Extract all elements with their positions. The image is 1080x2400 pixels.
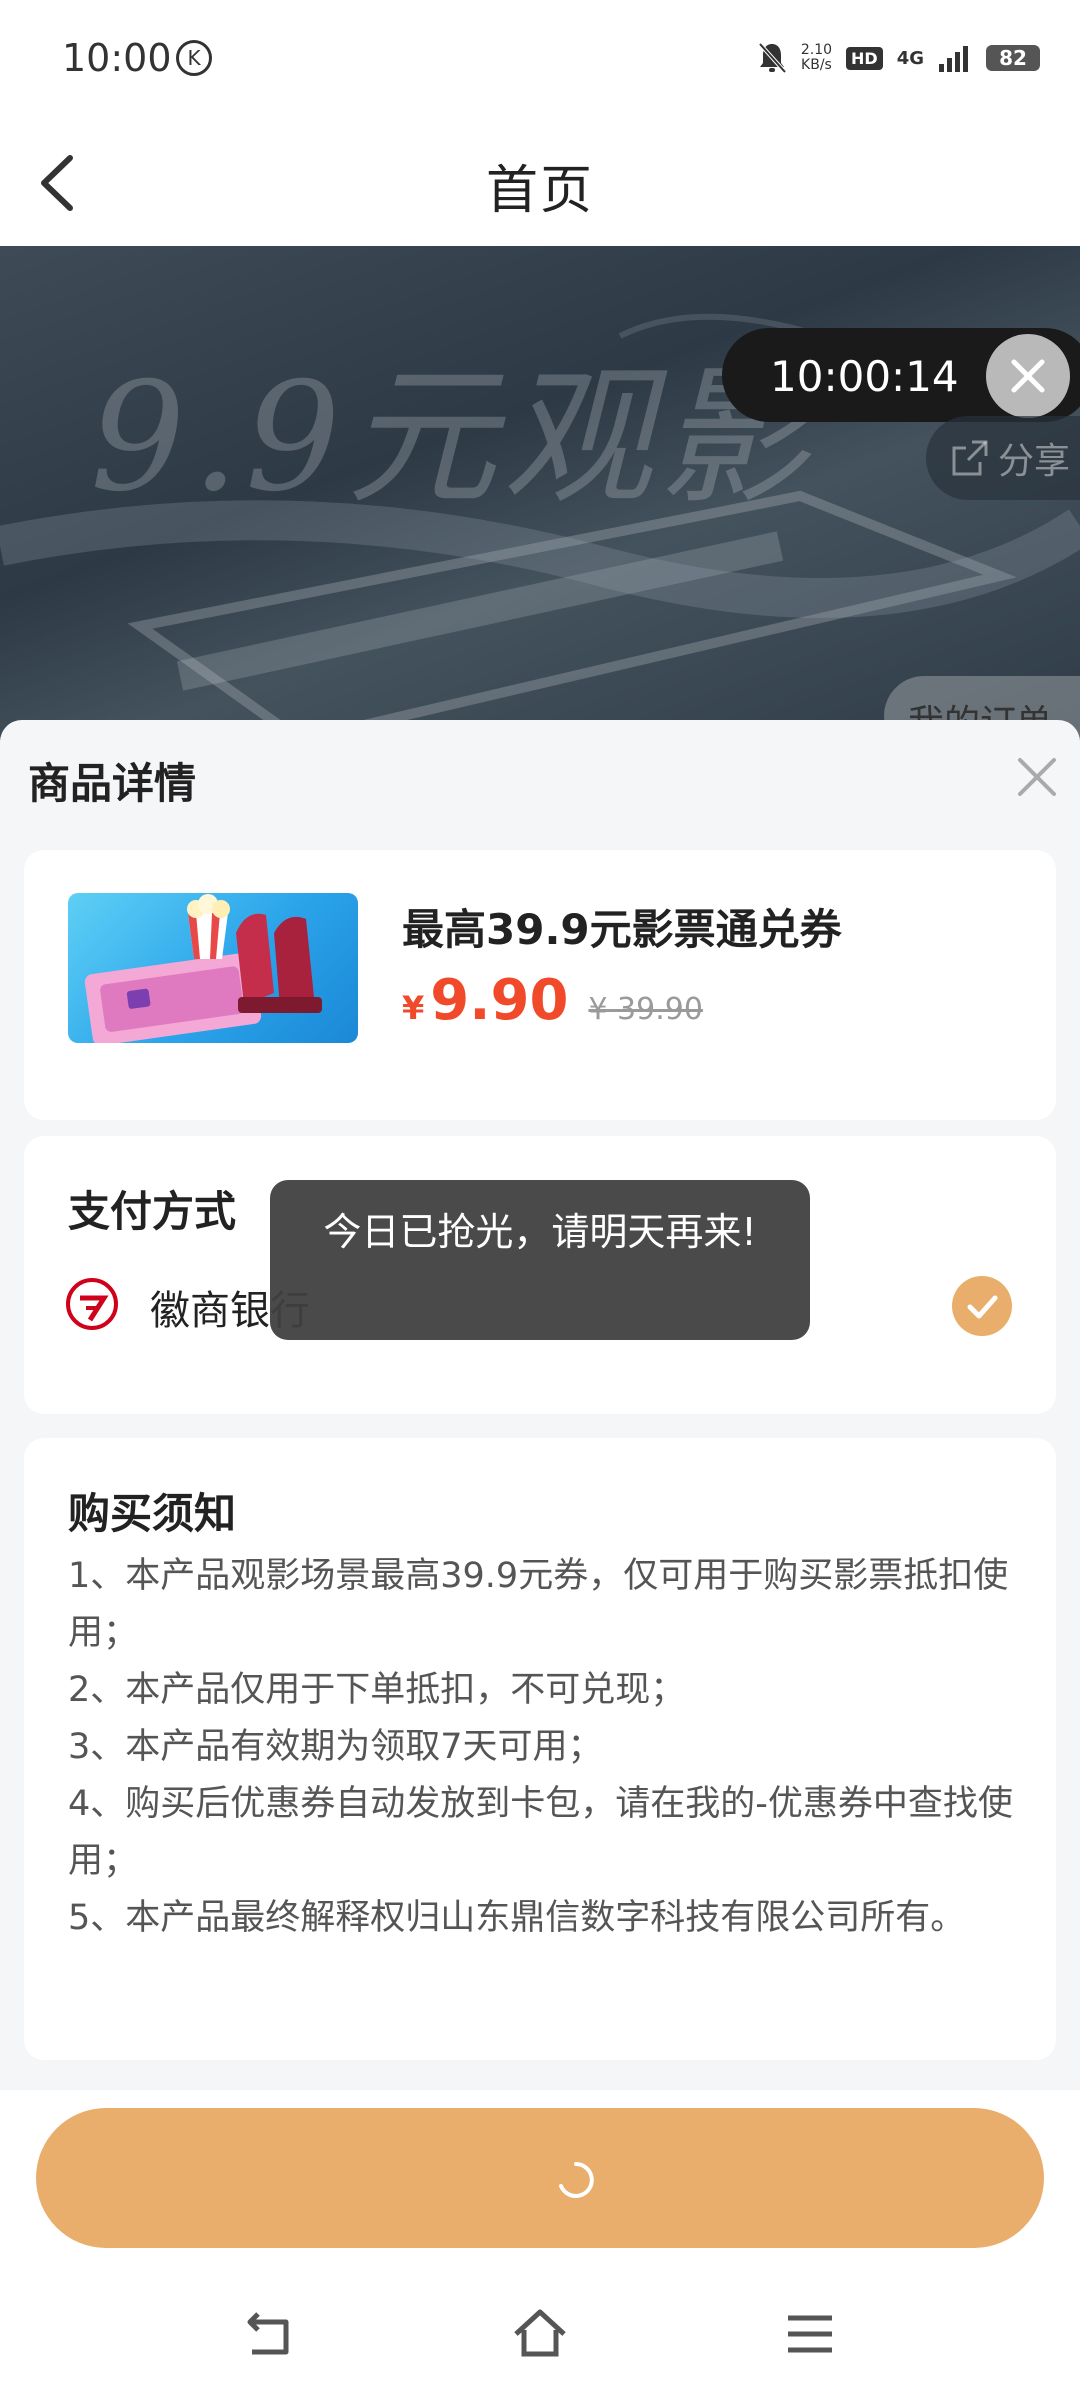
- price-symbol: ¥: [402, 989, 425, 1027]
- close-icon: [1011, 359, 1045, 393]
- original-price: ¥ 39.90: [588, 992, 703, 1027]
- banner-headline: 9.9元观影: [90, 351, 815, 525]
- share-label: 分享: [998, 441, 1071, 482]
- network-speed-unit: KB/s: [801, 57, 832, 73]
- status-bar: 10:00 K 2.10 KB/s HD 4G 82: [0, 0, 1080, 120]
- sheet-title: 商品详情: [28, 759, 197, 808]
- payment-selected-checkbox[interactable]: [952, 1276, 1012, 1336]
- payment-title: 支付方式: [68, 1187, 237, 1236]
- k-badge-icon: K: [176, 40, 212, 76]
- system-menu-icon[interactable]: [778, 2302, 842, 2366]
- loading-spinner-icon: [559, 2162, 594, 2198]
- notice-item: 1、本产品观影场景最高39.9元券，仅可用于购买影票抵扣使用；: [68, 1556, 1009, 1653]
- signal-icon: [939, 46, 968, 72]
- network-speed: 2.10 KB/s: [801, 43, 832, 73]
- network-speed-value: 2.10: [800, 42, 833, 58]
- notice-list: 1、本产品观影场景最高39.9元券，仅可用于购买影票抵扣使用； 2、本产品仅用于…: [68, 1548, 1028, 1947]
- network-type: 4G: [896, 47, 924, 69]
- timer-close-button[interactable]: [986, 334, 1070, 418]
- purchase-notice-card: 购买须知 1、本产品观影场景最高39.9元券，仅可用于购买影票抵扣使用； 2、本…: [24, 1438, 1056, 2060]
- notice-item: 2、本产品仅用于下单抵扣，不可兑现；: [68, 1670, 686, 1710]
- timer-text: 10:00:14: [770, 352, 959, 401]
- promo-banner: 9.9元观影 10:00:14 分享 我的订单: [0, 246, 1080, 740]
- notice-title: 购买须知: [68, 1489, 237, 1538]
- battery-level: 82: [986, 45, 1040, 71]
- product-detail-sheet: 商品详情 最高39.9元影票通兑券 ¥ 9.90 ¥ 39.90 支付方式 徽商…: [0, 720, 1080, 2090]
- share-button[interactable]: 分享: [926, 416, 1080, 500]
- system-home-icon[interactable]: [508, 2302, 572, 2366]
- bell-muted-icon: [758, 42, 787, 74]
- notice-item: 4、购买后优惠券自动发放到卡包，请在我的-优惠券中查找使用；: [68, 1784, 1013, 1881]
- hd-badge: HD: [846, 46, 883, 70]
- status-time: 10:00: [62, 36, 172, 80]
- page-title: 首页: [485, 161, 594, 221]
- system-nav-bar: [0, 2270, 1080, 2400]
- timer-pill: 10:00:14: [722, 328, 1080, 422]
- toast-message: 今日已抢光，请明天再来!: [323, 1210, 757, 1254]
- price-value: 9.90: [430, 968, 569, 1033]
- sheet-close-button[interactable]: [1012, 752, 1062, 802]
- movie-ticket-illustration: [84, 894, 322, 1043]
- product-name: 最高39.9元影票通兑券: [402, 905, 842, 954]
- status-indicators: 2.10 KB/s HD 4G 82: [757, 38, 1040, 78]
- buy-button[interactable]: [36, 2108, 1044, 2248]
- close-icon: [1018, 758, 1056, 796]
- notice-item: 3、本产品有效期为领取7天可用；: [68, 1727, 603, 1767]
- check-icon: [967, 1295, 998, 1319]
- product-image: [68, 893, 358, 1043]
- sold-out-toast: 今日已抢光，请明天再来!: [270, 1180, 810, 1340]
- bank-logo-icon: [66, 1278, 118, 1330]
- nav-bar: 首页: [0, 120, 1080, 246]
- notice-item: 5、本产品最终解释权归山东鼎信数字科技有限公司所有。: [68, 1898, 966, 1938]
- buy-bar: [0, 2090, 1080, 2270]
- product-card: 最高39.9元影票通兑券 ¥ 9.90 ¥ 39.90: [24, 850, 1056, 1120]
- share-icon: [952, 440, 988, 476]
- system-back-icon[interactable]: [238, 2302, 302, 2366]
- price-row: ¥ 9.90 ¥ 39.90: [402, 968, 703, 1033]
